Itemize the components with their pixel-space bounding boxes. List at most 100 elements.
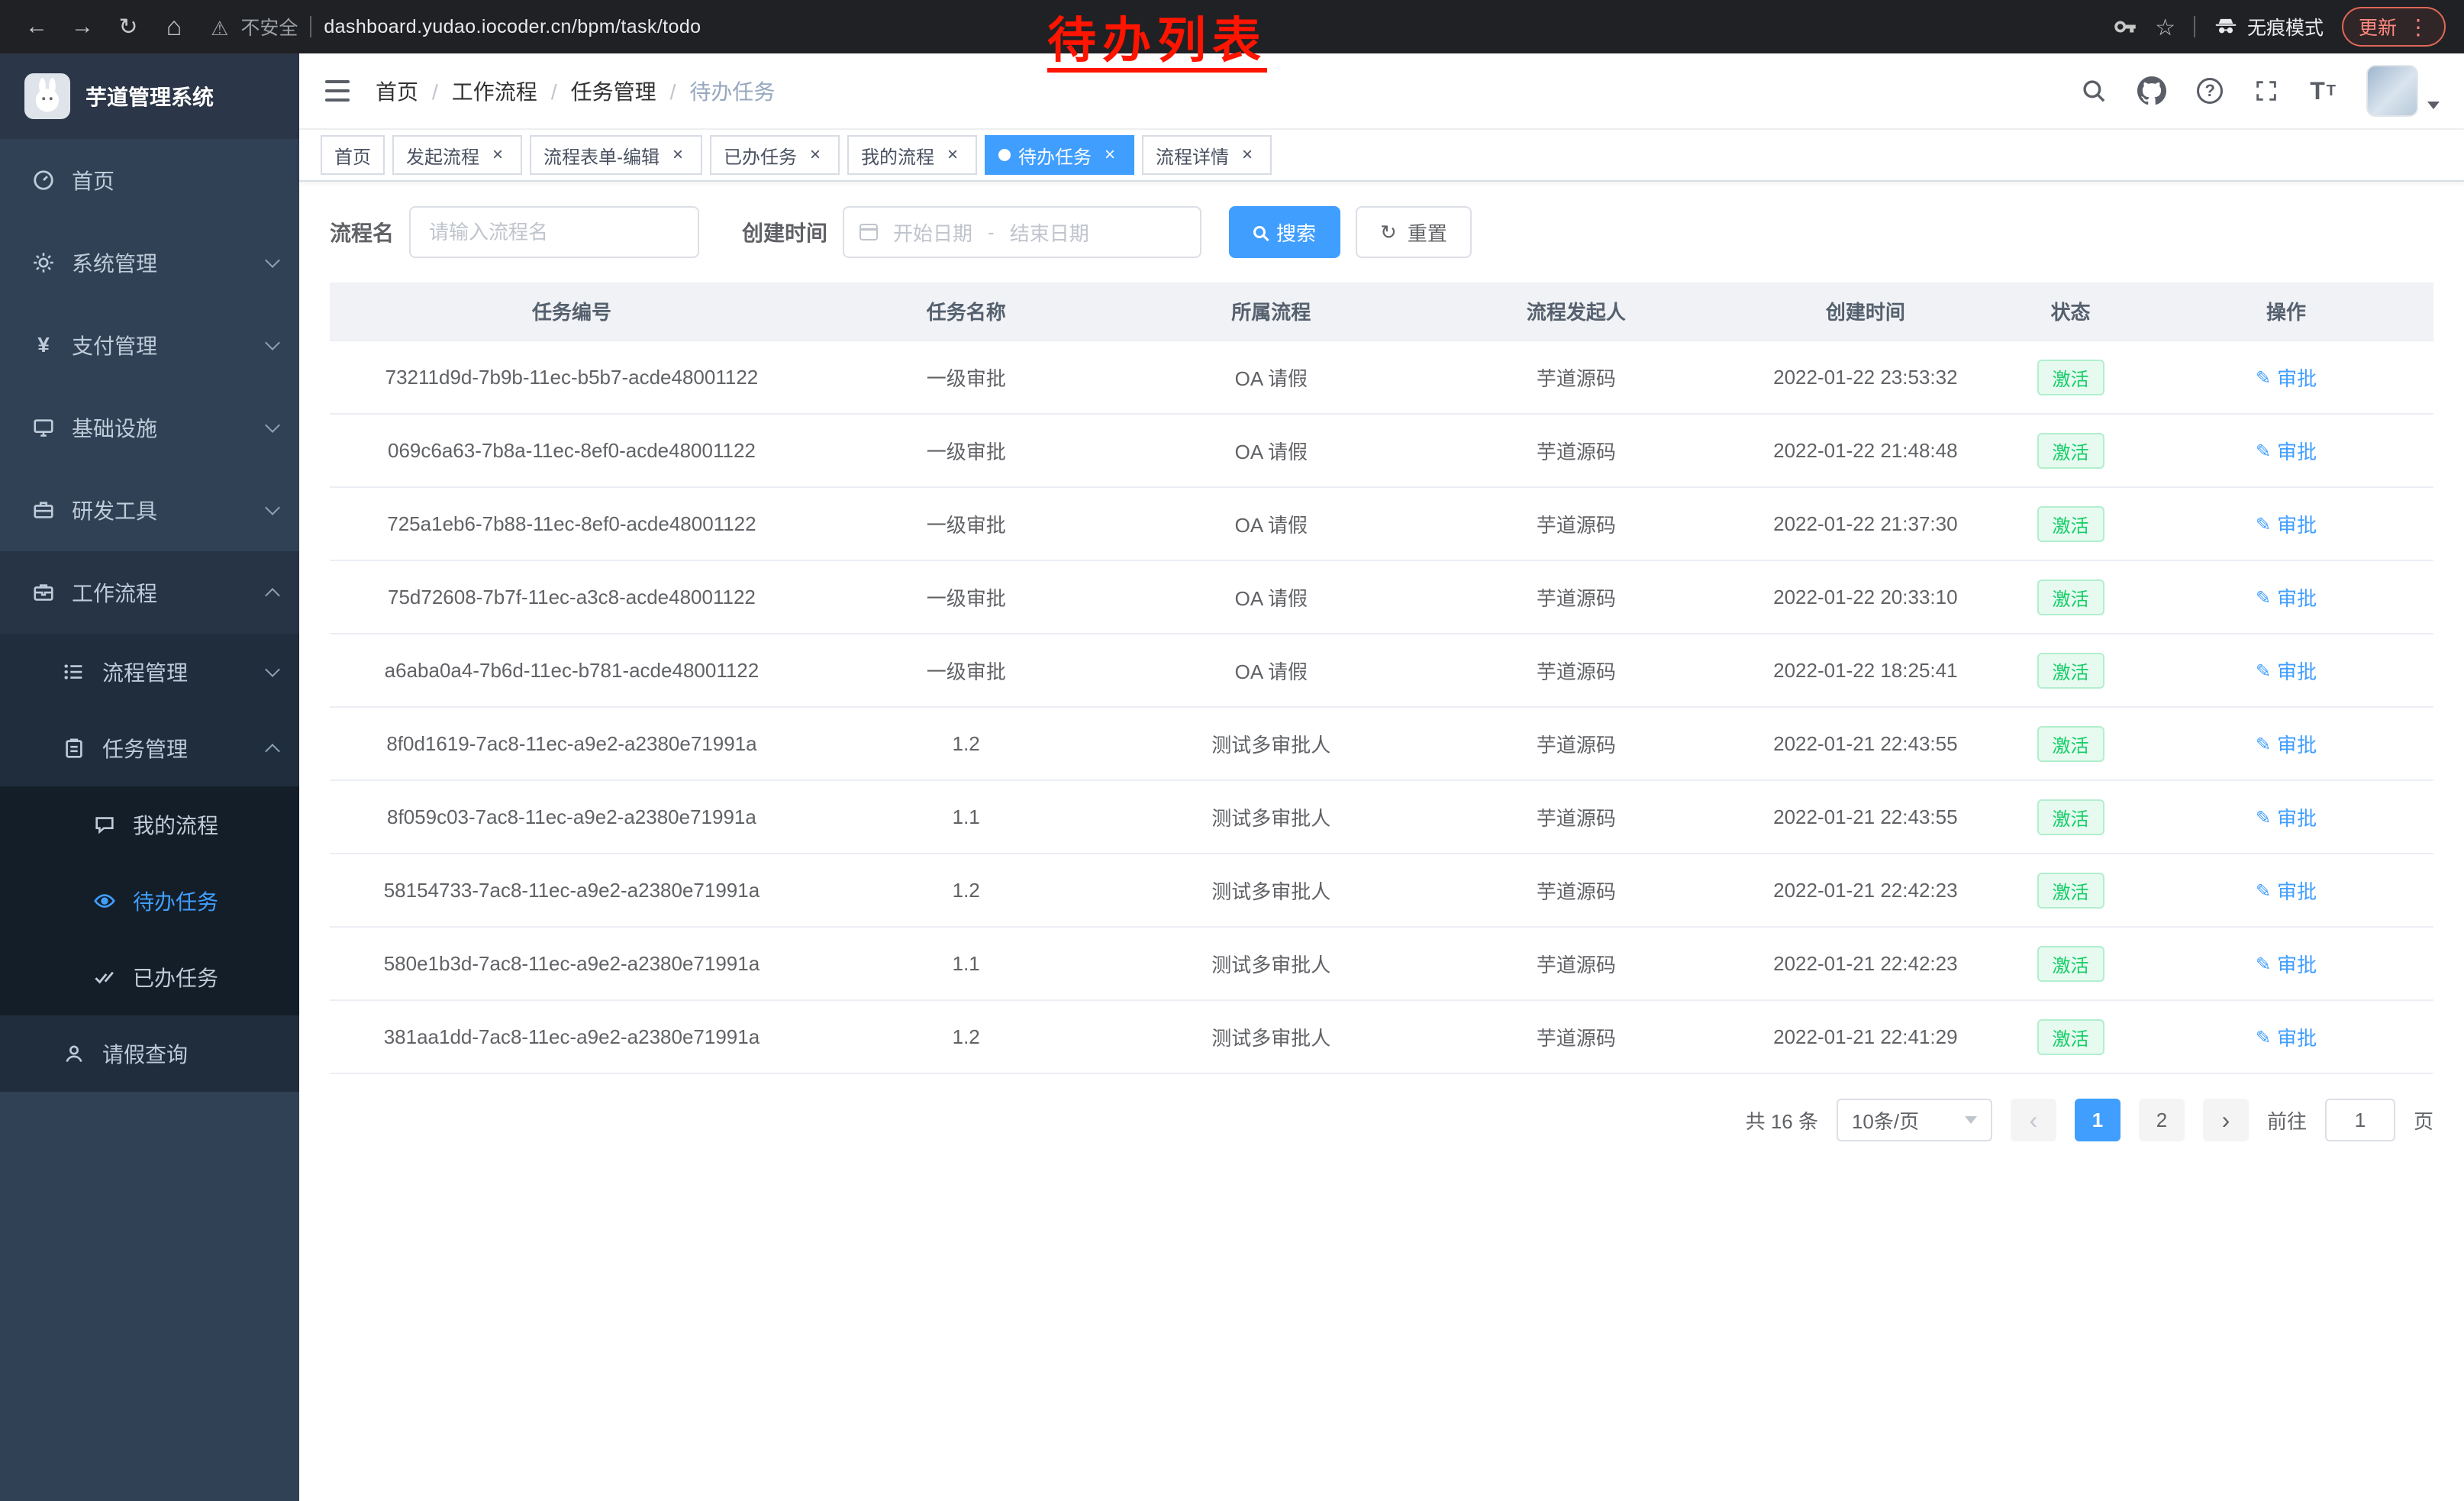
refresh-icon xyxy=(1380,221,1397,244)
approve-button[interactable]: 审批 xyxy=(2256,583,2317,612)
created-time-cell: 2022-01-22 21:37:30 xyxy=(1729,487,2002,560)
fullscreen-icon[interactable] xyxy=(2253,78,2279,104)
tab-home[interactable]: 首页 xyxy=(321,135,385,175)
bookmark-star-icon[interactable] xyxy=(2155,13,2175,41)
column-header-created: 创建时间 xyxy=(1729,282,2002,341)
close-icon[interactable] xyxy=(667,144,689,166)
status-cell: 激活 xyxy=(2002,707,2139,780)
sidebar-item-home[interactable]: 首页 xyxy=(0,139,299,221)
sidebar-item-process-management[interactable]: 流程管理 xyxy=(0,634,299,710)
status-badge: 激活 xyxy=(2037,726,2104,762)
update-button[interactable]: 更新 xyxy=(2342,7,2446,47)
back-icon[interactable] xyxy=(15,5,58,48)
approve-button[interactable]: 审批 xyxy=(2256,803,2317,831)
created-time-cell: 2022-01-21 22:42:23 xyxy=(1729,927,2002,1000)
sidebar-item-leave-query[interactable]: 请假查询 xyxy=(0,1015,299,1092)
approve-button[interactable]: 审批 xyxy=(2256,730,2317,758)
task-name-cell: 一级审批 xyxy=(814,560,1119,634)
sidebar-item-done-tasks[interactable]: 已办任务 xyxy=(0,939,299,1015)
edit-icon xyxy=(2256,879,2271,902)
page-button-1[interactable]: 1 xyxy=(2075,1099,2121,1141)
github-icon[interactable] xyxy=(2137,76,2166,105)
tab-done-tasks[interactable]: 已办任务 xyxy=(710,135,840,175)
goto-page-input[interactable] xyxy=(2325,1099,2395,1141)
tab-process-detail[interactable]: 流程详情 xyxy=(1142,135,1272,175)
help-icon[interactable] xyxy=(2197,78,2223,104)
briefcase-icon xyxy=(31,581,56,604)
key-icon[interactable] xyxy=(2114,15,2137,38)
approve-button[interactable]: 审批 xyxy=(2256,363,2317,392)
breadcrumb-workflow[interactable]: 工作流程 xyxy=(418,76,537,106)
search-button[interactable]: 搜索 xyxy=(1229,206,1340,258)
reload-icon[interactable] xyxy=(107,5,150,48)
sidebar-item-infrastructure[interactable]: 基础设施 xyxy=(0,386,299,469)
tab-my-process[interactable]: 我的流程 xyxy=(847,135,977,175)
dashboard-icon xyxy=(31,169,56,192)
page-button-2[interactable]: 2 xyxy=(2139,1099,2185,1141)
task-name-cell: 1.2 xyxy=(814,1000,1119,1073)
url-text: dashboard.yudao.iocoder.cn/bpm/task/todo xyxy=(324,16,701,38)
home-icon[interactable] xyxy=(153,5,195,48)
table-row: 8f059c03-7ac8-11ec-a9e2-a2380e71991a1.1测… xyxy=(330,780,2433,854)
approve-label: 审批 xyxy=(2277,657,2317,685)
font-size-icon[interactable] xyxy=(2310,77,2336,105)
search-icon[interactable] xyxy=(2081,78,2107,104)
status-badge: 激活 xyxy=(2037,873,2104,909)
menu-dots-icon xyxy=(2408,15,2429,40)
close-icon[interactable] xyxy=(487,144,508,166)
approve-button[interactable]: 审批 xyxy=(2256,657,2317,685)
edit-icon xyxy=(2256,512,2271,536)
sidebar-item-my-process[interactable]: 我的流程 xyxy=(0,786,299,863)
task-id-cell: 725a1eb6-7b88-11ec-8ef0-acde48001122 xyxy=(330,487,814,560)
sidebar-item-payment[interactable]: 支付管理 xyxy=(0,304,299,386)
process-name-input[interactable] xyxy=(409,206,699,258)
task-id-cell: 58154733-7ac8-11ec-a9e2-a2380e71991a xyxy=(330,854,814,927)
next-page-button[interactable] xyxy=(2203,1099,2249,1141)
date-range-picker[interactable]: 开始日期 - 结束日期 xyxy=(843,206,1201,258)
hamburger-icon[interactable] xyxy=(299,53,376,129)
sidebar-item-todo-tasks[interactable]: 待办任务 xyxy=(0,863,299,939)
approve-button[interactable]: 审批 xyxy=(2256,876,2317,905)
reset-button[interactable]: 重置 xyxy=(1356,206,1472,258)
breadcrumb-task-management[interactable]: 任务管理 xyxy=(537,76,656,106)
breadcrumb-home[interactable]: 首页 xyxy=(376,76,418,106)
forward-icon[interactable] xyxy=(61,5,104,48)
table-row: 725a1eb6-7b88-11ec-8ef0-acde48001122一级审批… xyxy=(330,487,2433,560)
process-cell: OA 请假 xyxy=(1119,341,1424,414)
tab-todo-tasks[interactable]: 待办任务 xyxy=(985,135,1134,175)
app-logo[interactable]: 芋道管理系统 xyxy=(0,53,299,139)
sidebar-item-workflow[interactable]: 工作流程 xyxy=(0,551,299,634)
sidebar-item-system[interactable]: 系统管理 xyxy=(0,221,299,304)
status-cell: 激活 xyxy=(2002,854,2139,927)
process-cell: OA 请假 xyxy=(1119,560,1424,634)
monitor-icon xyxy=(31,416,56,439)
initiator-cell: 芋道源码 xyxy=(1424,707,1729,780)
sidebar-item-task-management[interactable]: 任务管理 xyxy=(0,710,299,786)
tab-start-process[interactable]: 发起流程 xyxy=(392,135,522,175)
task-id-cell: 8f0d1619-7ac8-11ec-a9e2-a2380e71991a xyxy=(330,707,814,780)
action-cell: 审批 xyxy=(2139,854,2433,927)
approve-button[interactable]: 审批 xyxy=(2256,437,2317,465)
page-size-select[interactable]: 10条/页 xyxy=(1837,1099,1992,1141)
initiator-cell: 芋道源码 xyxy=(1424,854,1729,927)
approve-button[interactable]: 审批 xyxy=(2256,510,2317,538)
task-table-body: 73211d9d-7b9b-11ec-b5b7-acde48001122一级审批… xyxy=(330,341,2433,1073)
user-menu[interactable] xyxy=(2366,65,2440,117)
close-icon[interactable] xyxy=(942,144,963,166)
edit-icon xyxy=(2256,439,2271,463)
approve-button[interactable]: 审批 xyxy=(2256,1023,2317,1051)
action-cell: 审批 xyxy=(2139,414,2433,487)
close-icon[interactable] xyxy=(1237,144,1258,166)
approve-button[interactable]: 审批 xyxy=(2256,950,2317,978)
close-icon[interactable] xyxy=(805,144,826,166)
wrench-icon xyxy=(31,499,56,521)
tab-form-edit[interactable]: 流程表单-编辑 xyxy=(530,135,702,175)
close-icon[interactable] xyxy=(1099,144,1121,166)
start-date-placeholder: 开始日期 xyxy=(893,218,972,247)
sidebar-item-devtools[interactable]: 研发工具 xyxy=(0,469,299,551)
task-id-cell: 580e1b3d-7ac8-11ec-a9e2-a2380e71991a xyxy=(330,927,814,1000)
created-time-cell: 2022-01-21 22:43:55 xyxy=(1729,780,2002,854)
prev-page-button[interactable] xyxy=(2011,1099,2056,1141)
warning-icon xyxy=(211,13,228,41)
column-header-task-id: 任务编号 xyxy=(330,282,814,341)
